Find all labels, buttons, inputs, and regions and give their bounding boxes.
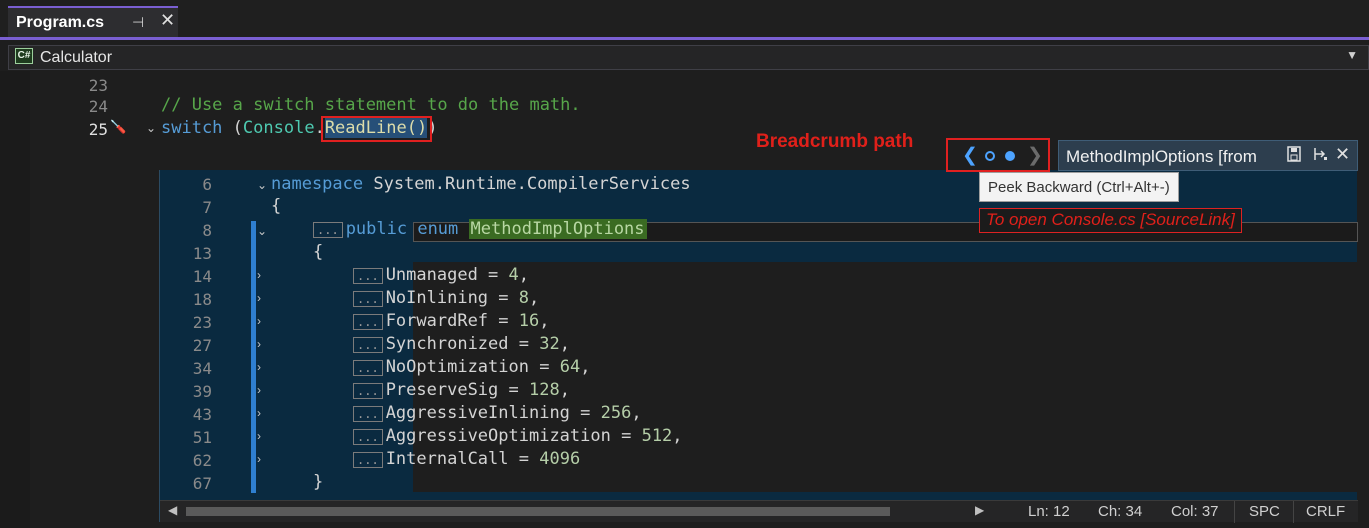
scroll-left-icon[interactable]: ◀ bbox=[168, 503, 177, 517]
expand-chevron-icon[interactable]: › bbox=[257, 429, 261, 443]
expand-chevron-icon[interactable]: › bbox=[257, 406, 261, 420]
breadcrumb-dot-current[interactable] bbox=[1005, 151, 1015, 161]
code-line: { bbox=[313, 242, 324, 262]
expand-chevron-icon[interactable]: › bbox=[257, 383, 261, 397]
line-number: 34 bbox=[192, 359, 212, 378]
line-ending-indicator[interactable]: CRLF bbox=[1306, 503, 1345, 520]
enum-member: ... Synchronized = 32, bbox=[353, 334, 570, 354]
promote-to-document-icon[interactable] bbox=[1312, 146, 1328, 166]
expand-chevron-icon[interactable]: › bbox=[257, 268, 261, 282]
expand-chevron-icon[interactable]: › bbox=[257, 291, 261, 305]
line-number: 43 bbox=[192, 405, 212, 424]
enum-member: ... InternalCall = 4096 bbox=[353, 449, 580, 469]
enum-member: ... NoOptimization = 64, bbox=[353, 357, 590, 377]
readline-highlight-box bbox=[321, 116, 432, 142]
document-tab-strip: Program.cs ⊣ ✕ bbox=[0, 0, 1369, 40]
line-number-current: 25 bbox=[88, 120, 108, 139]
line-number: 62 bbox=[192, 451, 212, 470]
code-line-enum: ... public enum MethodImplOptions bbox=[313, 219, 647, 239]
whitespace-indicator[interactable]: SPC bbox=[1249, 503, 1280, 520]
line-number: 13 bbox=[192, 244, 212, 263]
chevron-right-icon[interactable]: ❯ bbox=[1027, 144, 1043, 167]
enum-member: ... AggressiveInlining = 256, bbox=[353, 403, 642, 423]
enum-member: ... NoInlining = 8, bbox=[353, 288, 539, 308]
line-number: 23 bbox=[88, 76, 108, 95]
editor-margin bbox=[0, 71, 30, 528]
fold-chevron-icon[interactable]: ⌄ bbox=[257, 178, 267, 192]
close-icon[interactable]: ✕ bbox=[1335, 144, 1350, 165]
column-indicator[interactable]: Col: 37 bbox=[1171, 503, 1219, 520]
breadcrumb-dot-previous[interactable] bbox=[985, 151, 995, 161]
scroll-right-icon[interactable]: ▶ bbox=[975, 503, 984, 517]
chevron-left-icon[interactable]: ❮ bbox=[962, 144, 978, 167]
pin-icon[interactable]: ⊣ bbox=[132, 14, 144, 31]
peek-header: MethodImplOptions [from ✕ bbox=[1058, 140, 1358, 171]
status-separator bbox=[1293, 501, 1294, 523]
breadcrumb-annotation: Breadcrumb path bbox=[756, 131, 914, 152]
chevron-down-icon[interactable]: ▼ bbox=[1346, 48, 1358, 62]
close-tab-icon[interactable]: ✕ bbox=[160, 10, 175, 31]
csharp-project-icon: C# bbox=[15, 48, 33, 64]
enum-name[interactable]: MethodImplOptions bbox=[468, 219, 647, 239]
peek-title: MethodImplOptions [from bbox=[1066, 147, 1257, 166]
breadcrumb-navigation: ❮ ❯ bbox=[946, 138, 1050, 172]
expand-chevron-icon[interactable]: › bbox=[257, 314, 261, 328]
fold-chevron-icon[interactable]: ⌄ bbox=[257, 224, 267, 238]
status-separator bbox=[1234, 501, 1235, 523]
line-number: 51 bbox=[192, 428, 212, 447]
enum-member: ... AggressiveOptimization = 512, bbox=[353, 426, 683, 446]
line-number: 39 bbox=[192, 382, 212, 401]
change-indicator-bar bbox=[251, 221, 256, 493]
save-icon[interactable] bbox=[1287, 146, 1301, 166]
collapsed-block-marker[interactable]: ... bbox=[313, 222, 343, 238]
line-number: 67 bbox=[192, 474, 212, 493]
line-number: 24 bbox=[88, 97, 108, 116]
line-number: 6 bbox=[202, 175, 212, 194]
tab-title: Program.cs bbox=[16, 13, 105, 31]
code-line: { bbox=[271, 196, 282, 216]
project-dropdown-label: Calculator bbox=[40, 49, 113, 66]
line-number: 27 bbox=[192, 336, 212, 355]
enum-member: ... Unmanaged = 4, bbox=[353, 265, 529, 285]
code-line: } bbox=[313, 472, 324, 492]
tab-program-cs[interactable]: Program.cs ⊣ ✕ bbox=[8, 6, 178, 37]
line-number: 14 bbox=[192, 267, 212, 286]
sourcelink-annotation: To open Console.cs [SourceLink] bbox=[979, 208, 1242, 233]
screwdriver-icon[interactable]: 🪛 bbox=[110, 119, 126, 135]
enum-member: ... ForwardRef = 16, bbox=[353, 311, 550, 331]
peek-status-bar: ◀ ▶ Ln: 12 Ch: 34 Col: 37 SPC CRLF bbox=[160, 500, 1358, 523]
enum-member: ... PreserveSig = 128, bbox=[353, 380, 570, 400]
line-number: 23 bbox=[192, 313, 212, 332]
expand-chevron-icon[interactable]: › bbox=[257, 360, 261, 374]
code-comment: // Use a switch statement to do the math… bbox=[161, 95, 581, 115]
horizontal-scrollbar-thumb[interactable] bbox=[186, 507, 890, 516]
expand-chevron-icon[interactable]: › bbox=[257, 337, 261, 351]
line-number: 7 bbox=[202, 198, 212, 217]
navigation-bar[interactable]: C# Calculator ▼ bbox=[8, 45, 1369, 70]
line-number: 8 bbox=[202, 221, 212, 240]
code-line: namespace System.Runtime.CompilerService… bbox=[271, 174, 691, 194]
expand-chevron-icon[interactable]: › bbox=[257, 452, 261, 466]
char-indicator[interactable]: Ch: 34 bbox=[1098, 503, 1142, 520]
peek-backward-tooltip: Peek Backward (Ctrl+Alt+-) bbox=[979, 172, 1179, 202]
code-editor[interactable]: 23 24 // Use a switch statement to do th… bbox=[0, 71, 1369, 528]
fold-chevron-icon[interactable]: ⌄ bbox=[146, 121, 156, 135]
line-indicator[interactable]: Ln: 12 bbox=[1028, 503, 1070, 520]
line-number: 18 bbox=[192, 290, 212, 309]
